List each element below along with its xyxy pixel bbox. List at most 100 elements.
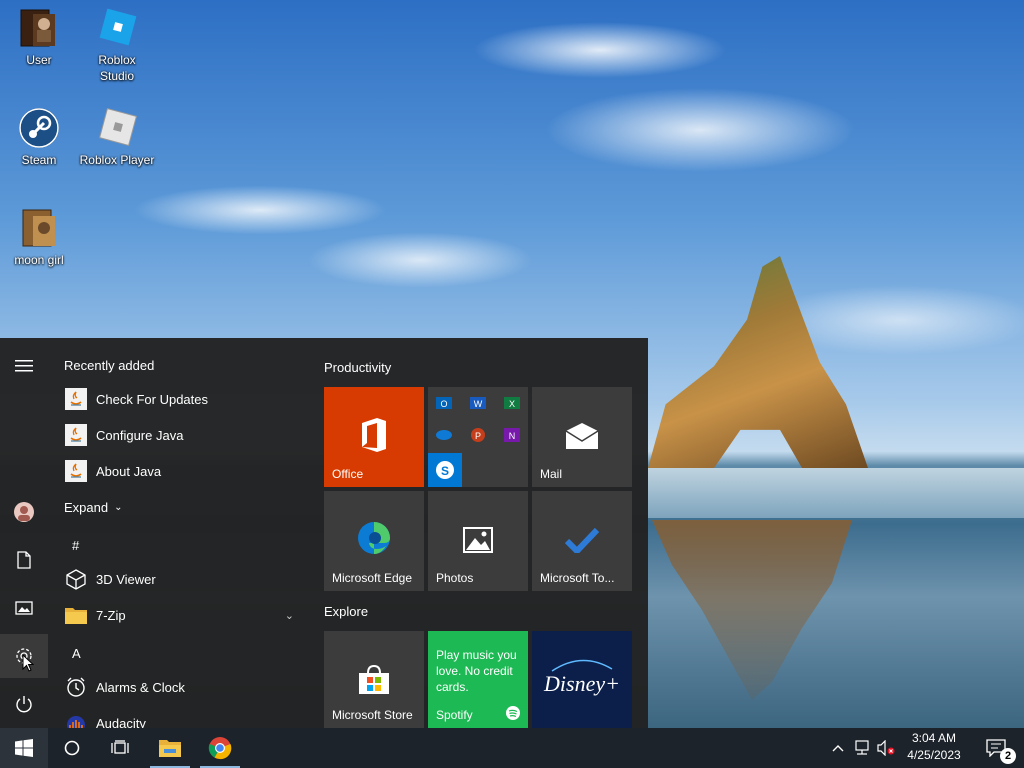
office-icon	[324, 417, 424, 453]
app-item-check-for-updates[interactable]: Check For Updates	[64, 381, 304, 417]
desktop-icon-roblox-studio[interactable]: Roblox Studio	[78, 6, 156, 84]
desktop-icon-moon-girl[interactable]: moon girl	[0, 206, 78, 268]
moon-girl-folder-icon	[17, 206, 61, 250]
start-menu: Recently added Check For Updates Configu…	[0, 338, 648, 728]
tile-microsoft-store[interactable]: Microsoft Store	[324, 631, 424, 728]
tile-office[interactable]: Office	[324, 387, 424, 487]
desktop-icon-label: moon girl	[14, 253, 64, 267]
roblox-player-icon	[95, 106, 139, 150]
tile-label: Microsoft Store	[332, 708, 413, 722]
app-list[interactable]: Recently added Check For Updates Configu…	[48, 338, 312, 728]
tile-office-apps-folder[interactable]: O W X P N S	[428, 387, 528, 487]
tile-microsoft-edge[interactable]: Microsoft Edge	[324, 491, 424, 591]
tile-label: Office	[332, 467, 364, 481]
office-apps-icons: O W X P N S	[428, 397, 520, 487]
clock-time: 3:04 AM	[911, 731, 957, 745]
tile-label: Mail	[540, 467, 563, 481]
show-hidden-icons-button[interactable]	[826, 728, 850, 768]
app-item-label: Configure Java	[96, 427, 184, 443]
power-button[interactable]	[0, 682, 48, 726]
group-label-productivity: Productivity	[324, 360, 392, 375]
expand-button[interactable]: Expand ⌄	[64, 489, 144, 525]
app-item-configure-java[interactable]: Configure Java	[64, 417, 304, 453]
taskbar: 3:04 AM 4/25/2023 2	[0, 728, 1024, 768]
clock-date: 4/25/2023	[907, 748, 961, 762]
letter-header-a[interactable]: A	[72, 646, 81, 661]
desktop-icon-user[interactable]: User	[0, 6, 78, 68]
svg-text:N: N	[509, 431, 516, 441]
app-item-label: 3D Viewer	[96, 571, 156, 587]
tile-spotify[interactable]: Play music you love. No credit cards. Sp…	[428, 631, 528, 728]
svg-text:Disney+: Disney+	[543, 671, 620, 696]
wallpaper-rock-reflection	[652, 520, 852, 700]
checkmark-icon	[532, 527, 632, 553]
account-button[interactable]	[0, 490, 48, 534]
app-item-7-zip[interactable]: 7-Zip ⌄	[64, 597, 304, 633]
app-item-label: Check For Updates	[96, 391, 208, 407]
desktop-icon-label: Roblox Studio	[98, 53, 136, 83]
app-item-alarms-clock[interactable]: Alarms & Clock	[64, 669, 304, 705]
pictures-button[interactable]	[0, 586, 48, 630]
network-icon	[855, 740, 869, 755]
app-item-label: Alarms & Clock	[96, 679, 185, 695]
desktop-icon-label: Roblox Player	[79, 153, 155, 167]
app-item-3d-viewer[interactable]: 3D Viewer	[64, 561, 304, 597]
svg-text:X: X	[509, 399, 515, 409]
hamburger-menu-button[interactable]	[0, 344, 48, 388]
windows-logo-icon	[15, 739, 33, 757]
settings-button[interactable]	[0, 634, 48, 678]
power-icon	[16, 696, 32, 713]
task-view-icon	[111, 740, 129, 754]
mail-icon	[532, 423, 632, 449]
steam-icon	[17, 106, 61, 150]
disney-plus-logo: Disney+	[543, 659, 620, 696]
alarm-clock-icon	[64, 675, 88, 699]
user-folder-icon	[17, 6, 61, 50]
svg-text:W: W	[474, 399, 483, 409]
cortana-circle-icon	[64, 740, 80, 756]
documents-button[interactable]	[0, 538, 48, 582]
volume-button[interactable]	[874, 728, 898, 768]
letter-header-hash[interactable]: #	[72, 538, 79, 553]
file-explorer-button[interactable]	[146, 728, 194, 768]
start-button[interactable]	[0, 728, 48, 768]
picture-icon	[15, 601, 33, 615]
tile-microsoft-to-do[interactable]: Microsoft To...	[532, 491, 632, 591]
hamburger-icon	[15, 360, 33, 372]
tile-disney-plus[interactable]: Disney+	[532, 631, 632, 728]
task-view-button[interactable]	[96, 728, 144, 768]
recently-added-header: Recently added	[64, 358, 155, 373]
chrome-icon	[208, 737, 232, 760]
svg-text:P: P	[475, 431, 481, 441]
wallpaper-rock	[648, 256, 868, 468]
app-item-about-java[interactable]: About Java	[64, 453, 304, 489]
file-explorer-icon	[159, 740, 181, 757]
app-item-label: About Java	[96, 463, 162, 479]
desktop-icon-label: Steam	[21, 153, 57, 167]
action-center-button[interactable]: 2	[976, 728, 1016, 768]
tile-label: Microsoft To...	[540, 571, 615, 585]
desktop-icon-roblox-player[interactable]: Roblox Player	[78, 106, 156, 168]
avatar	[14, 502, 34, 522]
chrome-button[interactable]	[196, 728, 244, 768]
photos-icon	[428, 527, 528, 553]
svg-text:O: O	[440, 399, 447, 409]
svg-text:S: S	[441, 464, 449, 478]
tile-label: Spotify	[436, 708, 473, 722]
network-button[interactable]	[850, 728, 874, 768]
tile-label: Photos	[436, 571, 474, 585]
tile-photos[interactable]: Photos	[428, 491, 528, 591]
clock[interactable]: 3:04 AM 4/25/2023	[896, 730, 972, 764]
tile-mail[interactable]: Mail	[532, 387, 632, 487]
app-item-audacity[interactable]: Audacity	[64, 705, 304, 728]
desktop-icon-label: User	[26, 53, 52, 67]
folder-icon	[64, 603, 88, 627]
store-icon	[324, 665, 424, 695]
desktop-icon-steam[interactable]: Steam	[0, 106, 78, 168]
roblox-studio-icon	[95, 6, 139, 50]
java-icon	[64, 459, 88, 483]
notification-count-badge: 2	[1000, 748, 1016, 764]
search-button[interactable]	[48, 728, 96, 768]
tile-area: Productivity Office O W X P N S Mail Mic…	[324, 338, 648, 728]
document-icon	[17, 551, 31, 569]
